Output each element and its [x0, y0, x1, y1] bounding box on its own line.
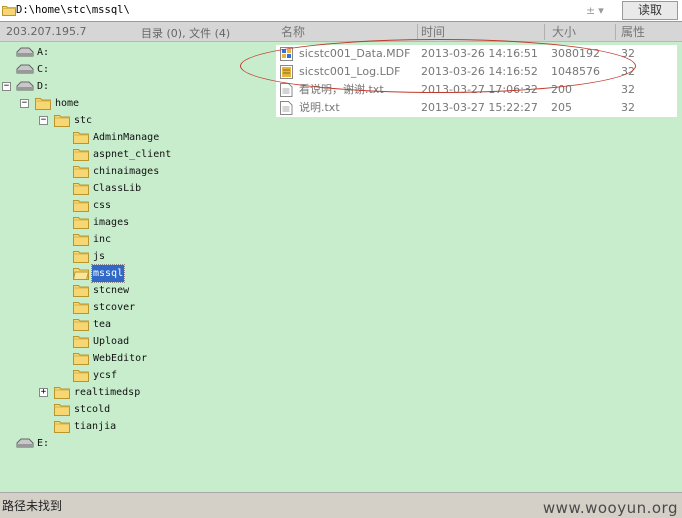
tree-label: ycsf — [93, 370, 118, 381]
path-input[interactable] — [16, 3, 586, 18]
item-counts: 目录 (0), 文件 (4) — [141, 27, 231, 40]
column-divider[interactable] — [615, 24, 616, 40]
file-name: sicstc001_Log.LDF — [299, 65, 401, 78]
file-list-header: 名称 时间 大小 属性 — [276, 22, 682, 42]
tree-label: D: — [37, 81, 50, 92]
tree-label: stcnew — [93, 285, 130, 296]
drive-icon — [16, 437, 34, 454]
tree-folder-mssql[interactable]: mssql — [0, 264, 270, 283]
path-bar: ±▾ 读取 — [0, 0, 682, 22]
tree-folder-stcover[interactable]: stcover — [0, 299, 270, 316]
tree-label: ClassLib — [93, 183, 142, 194]
tree-label: tea — [93, 319, 112, 330]
tree-label: realtimedsp — [74, 387, 141, 398]
tree-folder-realtimedsp[interactable]: + realtimedsp — [0, 384, 270, 401]
column-divider[interactable] — [544, 24, 545, 40]
column-divider[interactable] — [417, 24, 418, 40]
file-attr: 32 — [621, 101, 635, 114]
tree-drive-e[interactable]: E: — [0, 435, 270, 452]
tree-label: AdminManage — [93, 132, 160, 143]
tree-label: tianjia — [74, 421, 117, 432]
tree-label: C: — [37, 64, 50, 75]
file-row[interactable]: sicstc001_Log.LDF 2013-03-26 14:16:52 10… — [276, 63, 677, 81]
tree-folder-stcold[interactable]: stcold — [0, 401, 270, 418]
file-attr: 32 — [621, 83, 635, 96]
tree-folder-home[interactable]: − home — [0, 95, 270, 112]
tree-folder-inc[interactable]: inc — [0, 231, 270, 248]
column-time-header[interactable]: 时间 — [421, 24, 445, 41]
tree-label: inc — [93, 234, 112, 245]
file-row[interactable]: 看说明，谢谢.txt 2013-03-27 17:06:32 200 32 — [276, 81, 677, 99]
file-time: 2013-03-26 14:16:52 — [421, 65, 538, 78]
column-name-header[interactable]: 名称 — [281, 24, 305, 41]
file-time: 2013-03-27 15:22:27 — [421, 101, 538, 114]
tree-label: A: — [37, 47, 50, 58]
collapse-toggle-icon[interactable]: − — [2, 82, 11, 91]
tree-folder-chinaimages[interactable]: chinaimages — [0, 163, 270, 180]
file-time: 2013-03-27 17:06:32 — [421, 83, 538, 96]
tree-label: Upload — [93, 336, 130, 347]
tree-label: stcover — [93, 302, 136, 313]
tree-folder-css[interactable]: css — [0, 197, 270, 214]
tree-folder-adminmanage[interactable]: AdminManage — [0, 129, 270, 146]
file-name: 说明.txt — [299, 101, 340, 114]
tree-folder-aspnet-client[interactable]: aspnet_client — [0, 146, 270, 163]
expand-toggle-icon[interactable]: + — [39, 388, 48, 397]
file-size: 1048576 — [551, 65, 600, 78]
status-message: 路径未找到 — [2, 499, 63, 513]
file-size: 205 — [551, 101, 572, 114]
watermark: www.wooyun.org — [542, 499, 678, 517]
tree-folder-tea[interactable]: tea — [0, 316, 270, 333]
tree-folder-stcnew[interactable]: stcnew — [0, 282, 270, 299]
collapse-toggle-icon[interactable]: − — [20, 99, 29, 108]
tree-label: stc — [74, 115, 93, 126]
status-bar: 路径未找到 www.wooyun.org — [0, 492, 682, 518]
tree-label: css — [93, 200, 112, 211]
folder-icon — [2, 4, 16, 19]
tree-label: WebEditor — [93, 353, 148, 364]
column-size-header[interactable]: 大小 — [552, 24, 576, 41]
tree-label: aspnet_client — [93, 149, 172, 160]
directory-tree: A: C: − D: − home − stc AdminManage aspn… — [0, 42, 276, 492]
tree-folder-stc[interactable]: − stc — [0, 112, 270, 129]
tree-folder-tianjia[interactable]: tianjia — [0, 418, 270, 435]
tree-drive-d[interactable]: − D: — [0, 78, 270, 95]
up-down-arrows-icon[interactable]: ±▾ — [586, 3, 620, 18]
file-list: sicstc001_Data.MDF 2013-03-26 14:16:51 3… — [276, 42, 682, 492]
file-attr: 32 — [621, 47, 635, 60]
file-row[interactable]: sicstc001_Data.MDF 2013-03-26 14:16:51 3… — [276, 45, 677, 63]
column-attr-header[interactable]: 属性 — [621, 24, 645, 41]
file-size: 3080192 — [551, 47, 600, 60]
tree-label: js — [93, 251, 106, 262]
file-attr: 32 — [621, 65, 635, 78]
file-size: 200 — [551, 83, 572, 96]
tree-folder-webeditor[interactable]: WebEditor — [0, 350, 270, 367]
file-time: 2013-03-26 14:16:51 — [421, 47, 538, 60]
tree-folder-ycsf[interactable]: ycsf — [0, 367, 270, 384]
file-name: 看说明，谢谢.txt — [299, 83, 384, 96]
tree-label: home — [55, 98, 80, 109]
file-name: sicstc001_Data.MDF — [299, 47, 411, 60]
tree-folder-upload[interactable]: Upload — [0, 333, 270, 350]
text-file-icon — [280, 101, 293, 121]
server-ip: 203.207.195.7 — [6, 25, 87, 38]
collapse-toggle-icon[interactable]: − — [39, 116, 48, 125]
tree-folder-js[interactable]: js — [0, 248, 270, 265]
info-bar: 203.207.195.7 目录 (0), 文件 (4) — [0, 22, 276, 42]
read-button[interactable]: 读取 — [622, 1, 678, 20]
tree-label: stcold — [74, 404, 111, 415]
tree-folder-classlib[interactable]: ClassLib — [0, 180, 270, 197]
tree-label: images — [93, 217, 130, 228]
tree-folder-images[interactable]: images — [0, 214, 270, 231]
tree-label: E: — [37, 438, 50, 449]
tree-label: chinaimages — [93, 166, 160, 177]
tree-drive-c[interactable]: C: — [0, 61, 270, 78]
file-row[interactable]: 说明.txt 2013-03-27 15:22:27 205 32 — [276, 99, 677, 117]
tree-drive-a[interactable]: A: — [0, 44, 270, 61]
tree-label: mssql — [90, 264, 126, 283]
